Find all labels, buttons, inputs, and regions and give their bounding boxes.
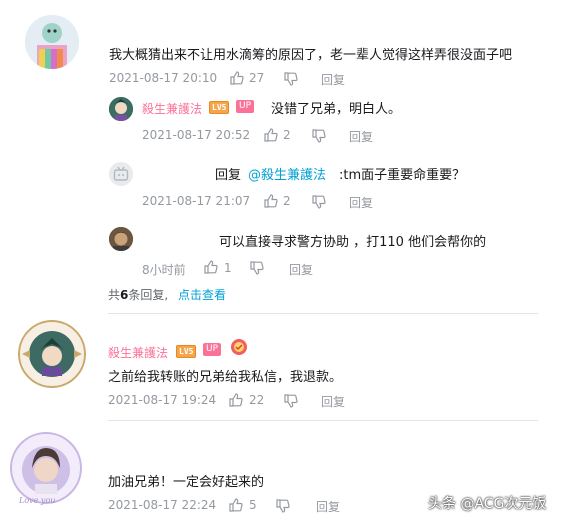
reply-button[interactable]: 回复	[321, 393, 345, 410]
like-count: 2	[283, 128, 291, 142]
divider	[108, 420, 538, 421]
like-icon[interactable]	[230, 71, 244, 85]
replies-summary: 共6条回复, 点击查看	[108, 286, 226, 303]
like-icon[interactable]	[264, 128, 278, 142]
reply-button[interactable]: 回复	[349, 194, 373, 211]
avatar-badge-text: Love you	[19, 496, 56, 505]
like-icon[interactable]	[264, 194, 278, 208]
summary-suffix: 条回复,	[128, 288, 169, 302]
avatar[interactable]	[109, 97, 133, 121]
comment-text: 加油兄弟！一定会好起来的	[108, 475, 265, 490]
like-icon[interactable]	[204, 260, 218, 274]
like-count: 27	[249, 71, 265, 85]
avatar[interactable]	[18, 320, 86, 388]
like-count: 2	[283, 194, 291, 208]
divider	[108, 313, 538, 314]
reply-button[interactable]: 回复	[321, 71, 345, 88]
reply-prefix: 回复	[215, 168, 242, 183]
up-badge: UP	[236, 100, 255, 113]
reply-time: 2021-08-17 20:52	[142, 128, 251, 142]
reply-text: 没错了兄弟，明白人。	[271, 102, 402, 117]
watermark: 头条 @ACG次元饭	[428, 496, 547, 512]
reply-time: 8小时前	[142, 263, 186, 277]
comment-text: 之前给我转账的兄弟给我私信，我退款。	[108, 370, 343, 385]
reply-text: :tm面子重要命重要？	[339, 168, 466, 183]
reply-time: 2021-08-17 21:07	[142, 194, 251, 208]
username[interactable]: 殺生兼護法	[142, 100, 202, 117]
view-replies-link[interactable]: 点击查看	[178, 288, 226, 302]
level-badge: LV5	[209, 101, 230, 114]
tv-avatar-icon[interactable]	[109, 162, 133, 186]
comment-time: 2021-08-17 22:24	[108, 498, 217, 512]
reply-button[interactable]: 回复	[289, 261, 313, 278]
dislike-icon[interactable]	[312, 129, 326, 143]
dislike-icon[interactable]	[250, 261, 264, 275]
reply-button[interactable]: 回复	[349, 128, 373, 145]
reply-button[interactable]: 回复	[316, 498, 340, 515]
medal-icon	[230, 338, 248, 356]
like-count: 22	[249, 393, 265, 407]
dislike-icon[interactable]	[284, 394, 298, 408]
level-badge: LV5	[176, 345, 197, 358]
mention-link[interactable]: @殺生兼護法	[248, 164, 326, 183]
dislike-icon[interactable]	[276, 499, 290, 513]
like-count: 1	[224, 261, 232, 275]
like-icon[interactable]	[229, 393, 243, 407]
reply-text: 可以直接寻求警方协助 ，打110 他们会帮你的	[219, 235, 487, 250]
avatar[interactable]	[25, 15, 79, 69]
up-badge: UP	[203, 343, 222, 356]
avatar[interactable]	[10, 432, 82, 504]
summary-prefix: 共	[108, 288, 121, 302]
comment-time: 2021-08-17 19:24	[108, 393, 217, 407]
like-count: 5	[249, 498, 257, 512]
avatar[interactable]	[109, 227, 133, 251]
comment-text: 我大概猜出来不让用水滴筹的原因了，老一辈人觉得这样弄很没面子吧	[109, 48, 513, 63]
username[interactable]: 殺生兼護法	[108, 344, 168, 361]
dislike-icon[interactable]	[312, 195, 326, 209]
dislike-icon[interactable]	[284, 72, 298, 86]
like-icon[interactable]	[229, 498, 243, 512]
comment-time: 2021-08-17 20:10	[109, 71, 218, 85]
